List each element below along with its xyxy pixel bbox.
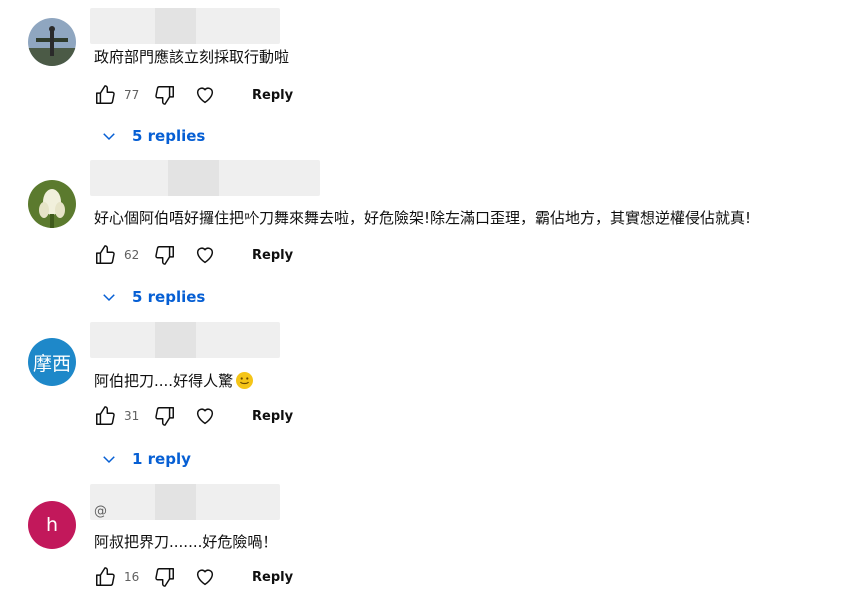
like-icon[interactable] bbox=[92, 242, 118, 268]
comment-actions: 16 Reply bbox=[92, 564, 293, 590]
replies-count: 1 reply bbox=[132, 450, 191, 468]
comment-text-body: 阿伯把刀....好得人驚 bbox=[94, 372, 234, 390]
like-count: 31 bbox=[124, 409, 140, 423]
dislike-icon[interactable] bbox=[152, 564, 178, 590]
dislike-icon[interactable] bbox=[152, 82, 178, 108]
avatar[interactable] bbox=[28, 180, 76, 228]
heart-icon[interactable] bbox=[192, 82, 218, 108]
like-count: 77 bbox=[124, 88, 140, 102]
dislike-icon[interactable] bbox=[152, 242, 178, 268]
redacted-username bbox=[90, 160, 320, 196]
like-icon[interactable] bbox=[92, 403, 118, 429]
heart-icon[interactable] bbox=[192, 564, 218, 590]
redacted-username bbox=[90, 322, 280, 358]
like-icon[interactable] bbox=[92, 564, 118, 590]
view-replies-button[interactable]: 1 reply bbox=[100, 450, 191, 468]
avatar[interactable]: h bbox=[28, 501, 76, 549]
comment-actions: 62 Reply bbox=[92, 242, 293, 268]
comment-text: 政府部門應該立刻採取行動啦 bbox=[94, 48, 290, 66]
chevron-down-icon bbox=[103, 133, 115, 141]
avatar-initials: h bbox=[45, 514, 59, 536]
dislike-icon[interactable] bbox=[152, 403, 178, 429]
avatar-photo bbox=[28, 18, 76, 66]
redacted-username bbox=[90, 484, 280, 520]
like-count: 16 bbox=[124, 570, 140, 584]
chevron-down-icon bbox=[103, 294, 115, 302]
avatar-initials: 摩西 bbox=[32, 352, 71, 375]
reply-button[interactable]: Reply bbox=[252, 409, 293, 424]
view-replies-button[interactable]: 5 replies bbox=[100, 127, 205, 145]
smiling-face-emoji-icon bbox=[236, 372, 254, 389]
handle-prefix: @ bbox=[94, 504, 107, 519]
replies-count: 5 replies bbox=[132, 288, 206, 306]
view-replies-button[interactable]: 5 replies bbox=[100, 288, 205, 306]
reply-button[interactable]: Reply bbox=[252, 88, 293, 103]
avatar[interactable]: 摩西 bbox=[28, 338, 76, 386]
avatar[interactable] bbox=[28, 18, 76, 66]
reply-button[interactable]: Reply bbox=[252, 570, 293, 585]
comment-text: 阿伯把刀....好得人驚 bbox=[94, 370, 254, 391]
heart-icon[interactable] bbox=[192, 403, 218, 429]
comment-text: 好心個阿伯唔好攞住把𠮶刀舞來舞去啦，好危險架!除左滿口歪理，霸佔地方，其實想逆權… bbox=[94, 209, 752, 227]
comment-text: 阿叔把界刀.......好危險喎！ bbox=[94, 533, 278, 551]
comment-actions: 31 Reply bbox=[92, 403, 293, 429]
avatar-photo bbox=[28, 180, 76, 228]
like-icon[interactable] bbox=[92, 82, 118, 108]
chevron-down-icon bbox=[103, 456, 115, 464]
comment-actions: 77 Reply bbox=[92, 82, 293, 108]
like-count: 62 bbox=[124, 248, 140, 262]
heart-icon[interactable] bbox=[192, 242, 218, 268]
redacted-username bbox=[90, 8, 280, 44]
replies-count: 5 replies bbox=[132, 127, 206, 145]
reply-button[interactable]: Reply bbox=[252, 248, 293, 263]
